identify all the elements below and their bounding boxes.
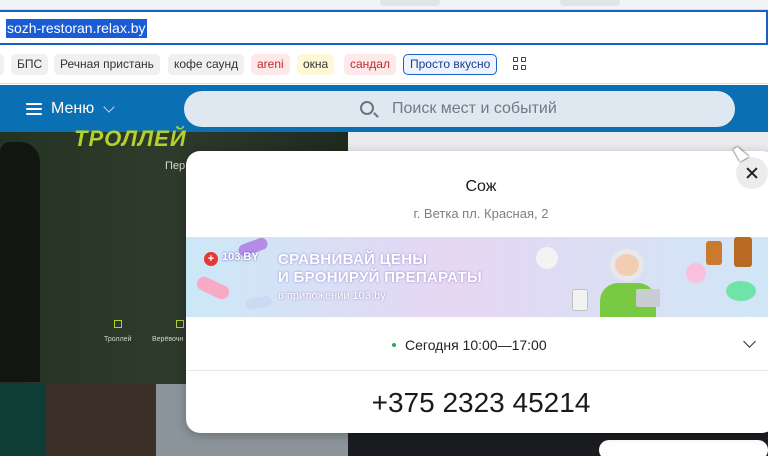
hamburger-icon [26,103,42,115]
ad-caption: в приложении 103.by [278,290,386,302]
bookmark-kofe-saund[interactable]: кофе саунд [168,54,245,75]
open-status-dot [392,343,396,347]
hero-logo-icon [114,320,122,328]
chevron-down-icon[interactable] [743,335,756,348]
hero-logo-icon [176,320,184,328]
search-input[interactable]: Поиск мест и событий [184,91,735,127]
hero-title: ТРОЛЛЕЙ [74,126,187,151]
bookmarks-bar: БПС Речная пристань кофе саунд areni окн… [0,45,768,84]
bookmark-rechnaya-pristan[interactable]: Речная пристань [54,54,160,75]
ad-headline-line1: СРАВНИВАЙ ЦЕНЫ [278,251,428,268]
card-image[interactable] [0,384,46,456]
bookmark-bps[interactable]: БПС [11,54,49,75]
chevron-down-icon [103,100,115,113]
floating-pill[interactable] [599,440,768,456]
search-icon [360,101,374,115]
browser-tab-strip [0,0,768,10]
tab-fragment [380,0,440,6]
hero-subtitle: Пер [165,160,186,172]
hero-label: Троллей [104,336,132,343]
place-address: г. Ветка пл. Красная, 2 [413,206,549,221]
phone-number[interactable]: +375 2323 45214 [186,387,768,419]
url-text[interactable]: sozh-restoran.relax.by [6,19,147,38]
place-modal: Сож г. Ветка пл. Красная, 2 +103.BY СРАВ… [186,151,768,433]
menu-label: Меню [51,100,95,117]
address-bar[interactable]: sozh-restoran.relax.by [0,10,768,45]
hero-person-image [0,142,40,382]
ad-headline-line2: И БРОНИРУЙ ПРЕПАРАТЫ [278,269,482,286]
ad-illustration [596,243,666,317]
bookmark-sandal[interactable]: сандал [344,54,396,75]
bookmark-areni[interactable]: areni [251,54,290,75]
opening-hours-row[interactable]: Сегодня 10:00—17:00 [186,317,768,371]
place-title: Сож [465,178,497,195]
ad-banner[interactable]: +103.BY СРАВНИВАЙ ЦЕНЫ И БРОНИРУЙ ПРЕПАР… [186,237,768,317]
tab-fragment [560,0,620,6]
bookmark-prosto-vkusno[interactable]: Просто вкусно [403,54,498,75]
bookmark-fragment[interactable] [0,54,4,75]
close-button[interactable] [736,157,768,189]
ad-brand-logo: +103.BY [204,251,259,266]
card-image[interactable] [46,384,156,456]
bookmark-okna[interactable]: окна [297,54,335,75]
grid-icon[interactable] [513,57,527,71]
hero-label: Верёвочн [152,336,184,343]
opening-hours-text: Сегодня 10:00—17:00 [405,337,547,353]
search-placeholder: Поиск мест и событий [392,100,557,117]
menu-button[interactable]: Меню [26,98,115,120]
